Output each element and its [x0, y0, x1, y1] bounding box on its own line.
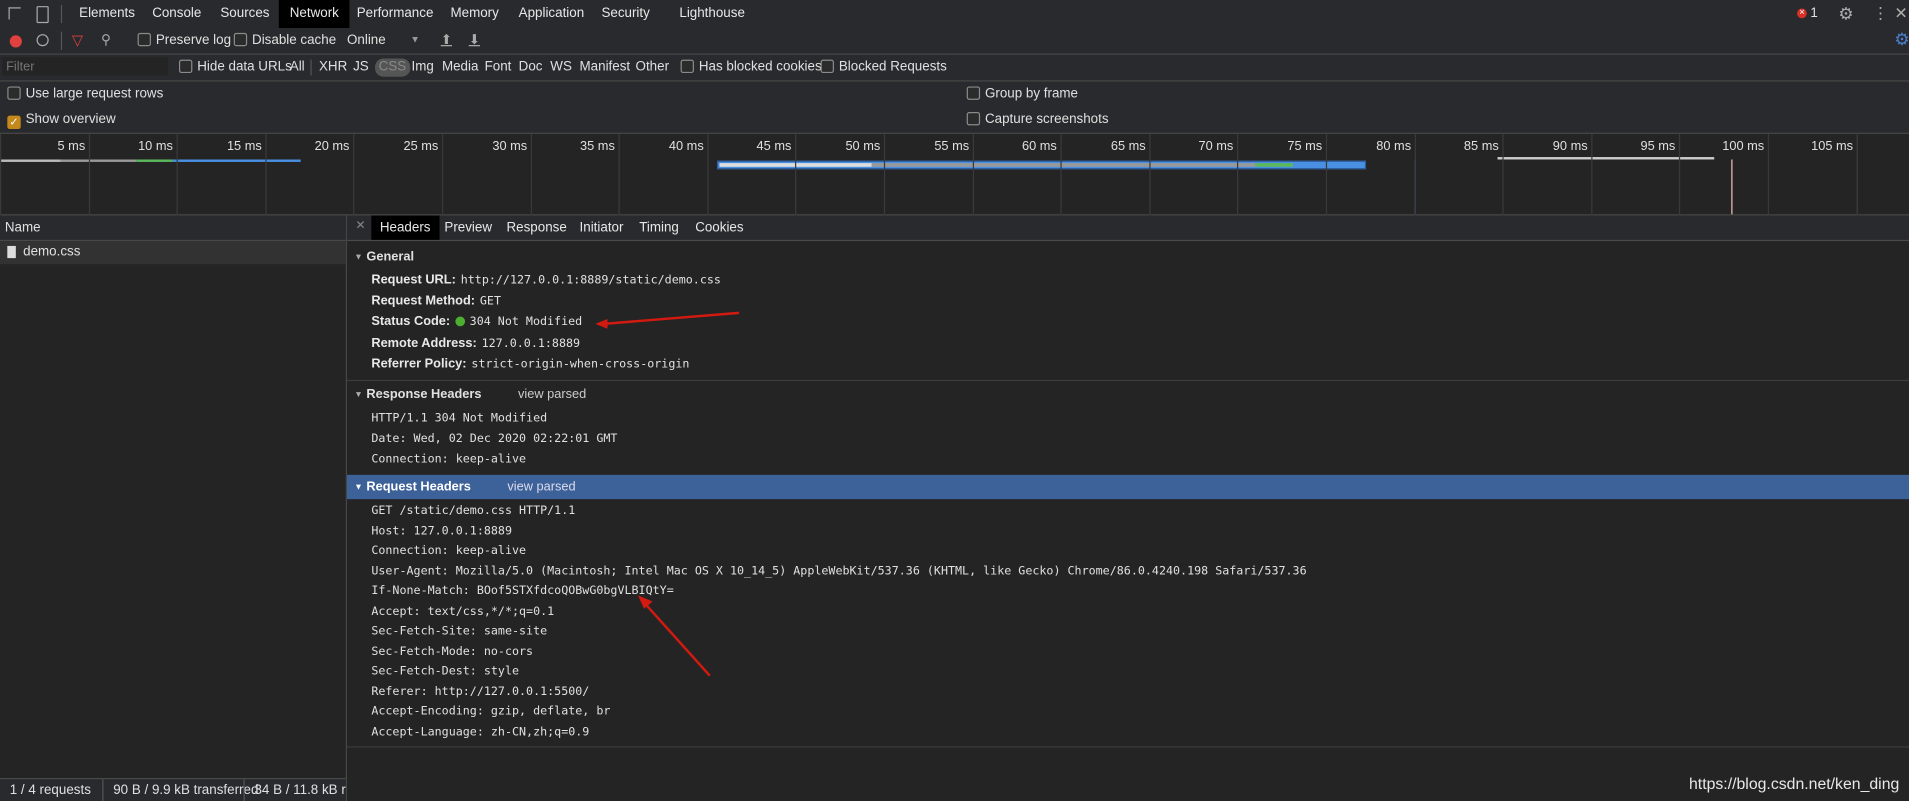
- arrow-to-if-none-match: [644, 603, 711, 677]
- devtools: Elements Console Sources Network Performance…: [0, 0, 1909, 801]
- arrow-to-status-code: [603, 311, 740, 326]
- arrowhead-icon: [595, 318, 608, 329]
- watermark: https://blog.csdn.net/ken_ding: [1688, 774, 1900, 793]
- arrowhead-icon: [637, 595, 653, 609]
- annotation-arrows: [595, 311, 740, 677]
